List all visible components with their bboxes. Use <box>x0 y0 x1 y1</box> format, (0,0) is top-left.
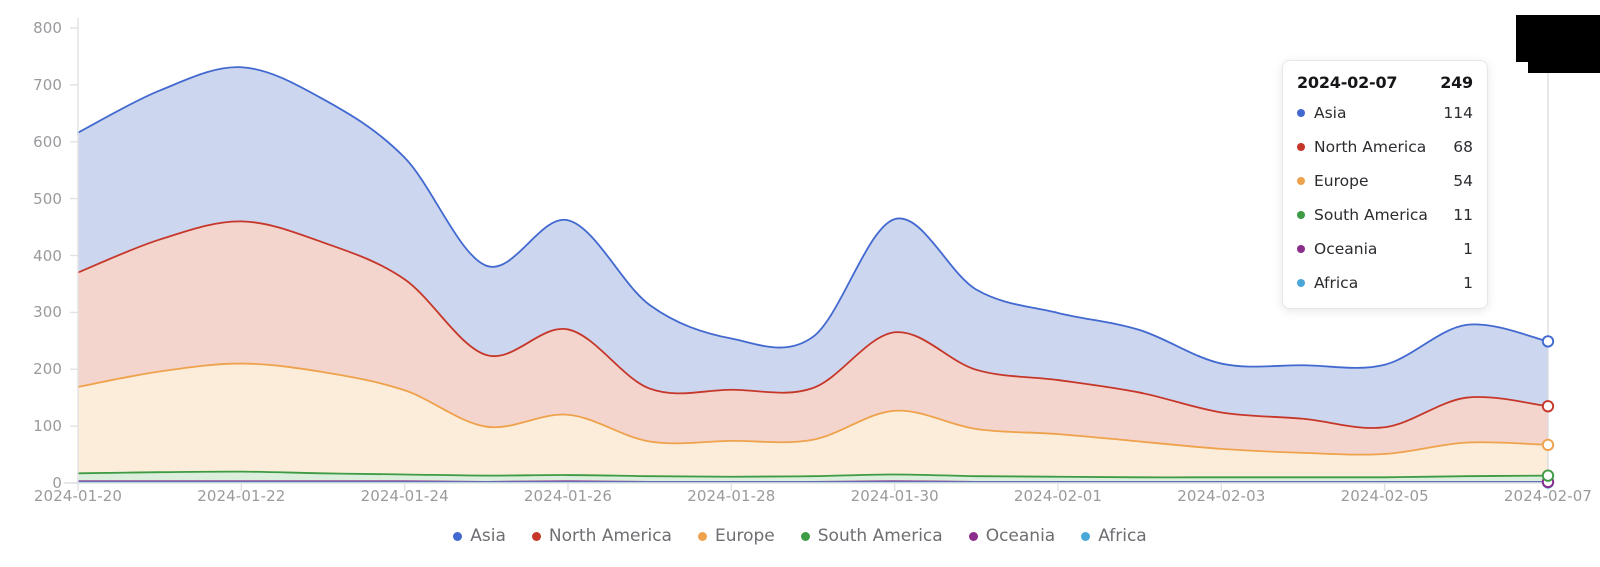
legend-item-africa[interactable]: Africa <box>1081 526 1147 546</box>
tooltip-series-value: 1 <box>1463 274 1473 292</box>
chart-legend[interactable]: Asia North America Europe South America Ocea… <box>0 526 1600 546</box>
legend-series-dot-icon <box>1081 531 1091 541</box>
legend-item-north-america[interactable]: North America <box>531 526 672 546</box>
tooltip-rows: Asia 114 North America 68 Europe 54 South Amer… <box>1297 101 1473 295</box>
legend-item-label: Europe <box>714 526 775 546</box>
tooltip-series-dot-icon <box>1297 177 1305 185</box>
x-axis-tick-label: 2024-01-20 <box>33 487 123 505</box>
y-axis-tick-label: 100 <box>33 417 62 436</box>
tooltip-row: Europe 54 <box>1297 169 1473 193</box>
legend-series-dot-icon <box>453 531 463 541</box>
endpoint-marker-europe[interactable] <box>1541 438 1555 452</box>
tooltip-series-dot-icon <box>1297 109 1305 117</box>
legend-item-label: North America <box>548 526 672 546</box>
tooltip-series-value: 1 <box>1463 240 1473 258</box>
tooltip-row: Oceania 1 <box>1297 237 1473 261</box>
x-axis-tick-label: 2024-02-03 <box>1177 487 1266 505</box>
tooltip-date: 2024-02-07 <box>1297 73 1398 92</box>
black-redaction-overlay-tail <box>1528 62 1600 73</box>
tooltip-series-value: 68 <box>1453 138 1473 156</box>
tooltip-series-value: 54 <box>1453 172 1473 190</box>
tooltip-total: 249 <box>1440 73 1473 92</box>
y-axis-tick-label: 300 <box>33 303 62 322</box>
x-axis-tick-label: 2024-02-01 <box>1013 487 1103 505</box>
legend-series-dot-icon <box>968 531 978 541</box>
tooltip-series-name: Africa <box>1314 274 1359 292</box>
tooltip-series-dot-icon <box>1297 211 1305 219</box>
legend-series-dot-icon <box>800 531 810 541</box>
x-axis-tick-label: 2024-01-28 <box>687 487 776 505</box>
legend-series-dot-icon <box>531 531 541 541</box>
tooltip-header: 2024-02-07 249 <box>1297 73 1473 92</box>
tooltip-row: Asia 114 <box>1297 101 1473 125</box>
legend-item-label: Asia <box>470 526 506 546</box>
legend-item-south-america[interactable]: South America <box>800 526 943 546</box>
legend-series-dot-icon <box>697 531 707 541</box>
y-axis-tick-label: 200 <box>33 360 62 379</box>
tooltip-row: North America 68 <box>1297 135 1473 159</box>
endpoint-marker-north-america[interactable] <box>1541 400 1555 413</box>
tooltip-series-name: North America <box>1314 138 1427 156</box>
y-axis-tick-label: 600 <box>33 132 62 151</box>
legend-item-europe[interactable]: Europe <box>697 526 775 546</box>
tooltip-series-name: South America <box>1314 206 1428 224</box>
tooltip-series-dot-icon <box>1297 279 1305 287</box>
x-axis-tick-label: 2024-02-05 <box>1340 487 1429 505</box>
y-axis-tick-label: 400 <box>33 246 62 265</box>
y-axis-tick-label: 500 <box>33 189 62 208</box>
tooltip-series-name: Asia <box>1314 104 1347 122</box>
x-axis-tick-label: 2024-02-07 <box>1503 487 1593 505</box>
chart-tooltip: 2024-02-07 249 Asia 114 North America 68 Eur… <box>1282 60 1488 309</box>
chart-page: 0 100 200 300 400 500 600 700 800 2024-01-20 2024… <box>0 0 1600 567</box>
endpoint-marker-south-america[interactable] <box>1541 469 1555 482</box>
tooltip-series-dot-icon <box>1297 245 1305 253</box>
tooltip-series-value: 114 <box>1443 104 1473 122</box>
tooltip-series-dot-icon <box>1297 143 1305 151</box>
endpoint-marker-asia[interactable] <box>1541 335 1555 348</box>
tooltip-row: South America 11 <box>1297 203 1473 227</box>
legend-item-label: South America <box>817 526 943 546</box>
x-axis-tick-label: 2024-01-26 <box>523 487 613 505</box>
legend-item-label: Africa <box>1098 526 1147 546</box>
x-axis-tick-label: 2024-01-24 <box>360 487 449 505</box>
x-axis-tick-label: 2024-01-30 <box>850 487 939 505</box>
legend-item-asia[interactable]: Asia <box>453 526 506 546</box>
x-axis-tick-label: 2024-01-22 <box>197 487 286 505</box>
legend-item-label: Oceania <box>985 526 1056 546</box>
legend-item-oceania[interactable]: Oceania <box>968 526 1056 546</box>
tooltip-row: Africa 1 <box>1297 271 1473 295</box>
tooltip-series-name: Europe <box>1314 172 1369 190</box>
y-axis-tick-label: 700 <box>33 75 62 94</box>
tooltip-series-name: Oceania <box>1314 240 1378 258</box>
tooltip-series-value: 11 <box>1453 206 1473 224</box>
black-redaction-overlay <box>1516 15 1600 62</box>
y-axis-tick-label: 800 <box>33 19 62 37</box>
